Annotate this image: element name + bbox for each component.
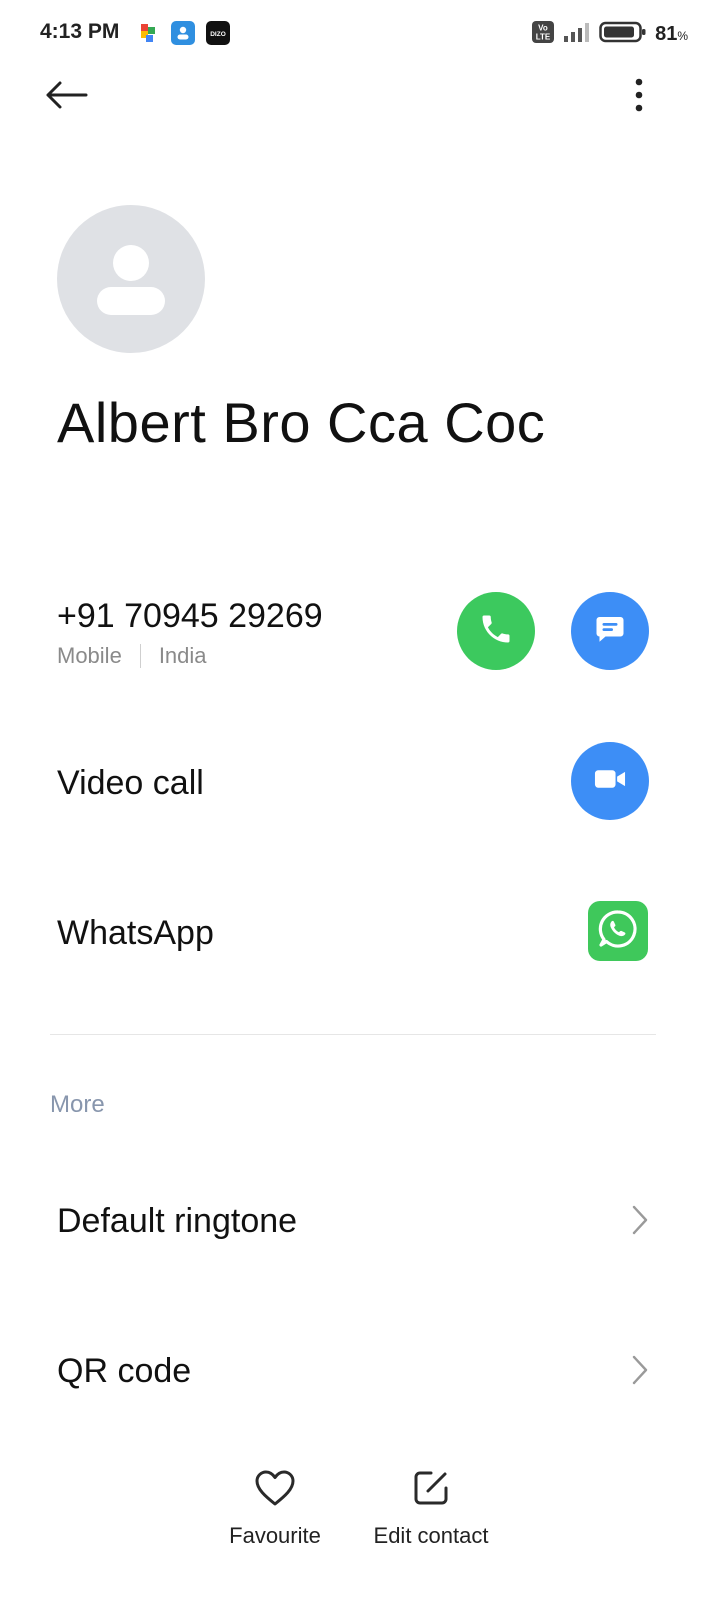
chevron-right-icon xyxy=(626,1200,654,1240)
section-divider xyxy=(50,1034,656,1035)
phone-type: Mobile xyxy=(57,643,122,668)
default-ringtone-item[interactable]: Default ringtone xyxy=(57,1202,297,1241)
whatsapp-label[interactable]: WhatsApp xyxy=(57,914,214,953)
battery-icon xyxy=(599,20,647,49)
edit-icon xyxy=(411,1468,451,1513)
back-arrow-icon xyxy=(44,80,88,115)
more-vert-icon xyxy=(634,78,644,117)
battery-percent: 81% xyxy=(655,23,688,45)
contact-name: Albert Bro Cca Coc xyxy=(57,391,546,454)
whatsapp-icon xyxy=(596,907,640,956)
message-button[interactable] xyxy=(571,592,649,670)
favourite-label: Favourite xyxy=(229,1523,321,1548)
meta-separator xyxy=(139,644,141,668)
signal-icon xyxy=(563,21,591,48)
dizo-label: DIZO xyxy=(210,31,226,38)
svg-text:Vo: Vo xyxy=(538,24,548,33)
whatsapp-button[interactable] xyxy=(588,901,648,961)
volte-icon: Vo LTE xyxy=(531,20,555,49)
favourite-button[interactable]: Favourite xyxy=(220,1468,330,1549)
contacts-app-icon xyxy=(171,21,195,45)
puzzle-icon xyxy=(136,21,160,45)
more-section-header: More xyxy=(50,1091,105,1118)
svg-text:LTE: LTE xyxy=(536,33,551,42)
phone-meta: Mobile India xyxy=(57,643,207,669)
phone-number[interactable]: +91 70945 29269 xyxy=(57,597,323,636)
phone-icon xyxy=(478,611,514,652)
qr-code-item[interactable]: QR code xyxy=(57,1352,191,1391)
heart-icon xyxy=(253,1468,297,1513)
edit-contact-label: Edit contact xyxy=(373,1523,489,1548)
message-icon xyxy=(592,611,628,652)
status-time: 4:13 PM xyxy=(40,20,120,43)
call-button[interactable] xyxy=(457,592,535,670)
back-button[interactable] xyxy=(36,72,96,122)
phone-region: India xyxy=(158,643,207,668)
chevron-right-icon xyxy=(626,1350,654,1390)
edit-contact-button[interactable]: Edit contact xyxy=(360,1468,502,1549)
dizo-app-icon: DIZO xyxy=(206,21,230,45)
person-icon xyxy=(97,245,165,315)
video-call-button[interactable] xyxy=(571,742,649,820)
video-camera-icon xyxy=(591,760,629,803)
status-indicators: Vo LTE 81% xyxy=(531,20,688,49)
avatar xyxy=(57,205,205,353)
more-options-button[interactable] xyxy=(614,72,664,122)
video-call-label[interactable]: Video call xyxy=(57,764,204,803)
